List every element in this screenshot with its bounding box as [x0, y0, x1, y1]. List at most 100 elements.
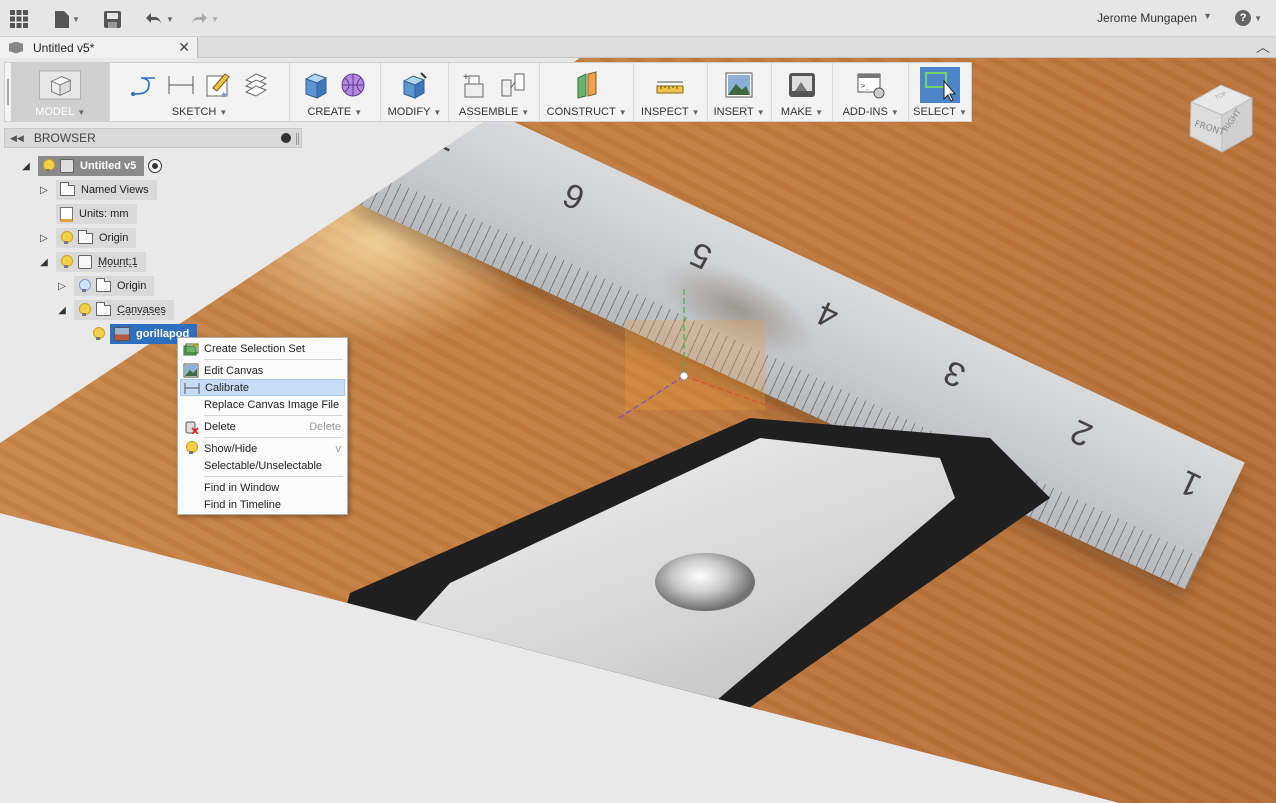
visibility-bulb-icon[interactable] — [92, 327, 105, 341]
menu-item-calibrate[interactable]: Calibrate — [180, 379, 345, 396]
browser-node-mount-origin[interactable]: ▷ Origin — [56, 276, 155, 296]
user-menu[interactable]: Jerome Mungapen ▼ — [1097, 11, 1212, 25]
workspace-switcher[interactable]: MODEL ▼ — [10, 63, 111, 121]
visibility-bulb-icon[interactable] — [42, 159, 55, 173]
toolbar-label-construct: CONSTRUCT — [546, 106, 616, 118]
canvas-image-icon — [114, 327, 130, 341]
design-icon — [9, 41, 23, 54]
svg-text:+: + — [463, 72, 469, 83]
node-label: Origin — [99, 232, 129, 244]
app-grid-button[interactable] — [10, 7, 28, 31]
view-cube[interactable]: TOP FRONT RIGHT — [1186, 80, 1256, 154]
expanded-triangle-icon[interactable]: ◢ — [20, 160, 32, 172]
browser-node-root[interactable]: ◢ Untitled v5 — [20, 156, 163, 176]
component-icon — [78, 255, 92, 269]
create-sketch-icon: + — [206, 73, 230, 100]
browser-node-mount[interactable]: ◢ Mount:1 — [38, 252, 146, 272]
toolbar-group-select[interactable]: SELECT ▼ — [909, 63, 971, 121]
toolbar-group-make[interactable]: MAKE ▼ — [772, 63, 834, 121]
help-button[interactable]: ? ▼ — [1235, 10, 1262, 26]
redo-button[interactable]: ▼ — [190, 7, 219, 31]
menu-item-create-selection-set[interactable]: ✦ Create Selection Set — [180, 340, 345, 357]
toolbar-label-make: MAKE — [780, 106, 813, 118]
z-axis — [615, 375, 685, 421]
insert-image-icon — [725, 72, 753, 98]
menu-item-selectable-unselectable[interactable]: Selectable/Unselectable — [180, 457, 345, 474]
toolbar-group-sketch[interactable]: + SKETCH ▼ — [110, 63, 290, 121]
browser-node-named-views[interactable]: ▷ Named Views — [38, 180, 157, 200]
menu-separator — [204, 437, 343, 438]
menu-item-label: Find in Window — [204, 481, 280, 494]
model-workspace-icon — [39, 70, 82, 100]
menu-item-label: Show/Hide — [204, 442, 258, 455]
activate-radio-icon[interactable] — [148, 159, 163, 173]
press-pull-icon — [403, 72, 428, 99]
chevron-down-icon: ▼ — [815, 107, 824, 117]
toolbar-label-model: MODEL — [35, 106, 75, 118]
menu-item-replace-canvas-image-file[interactable]: Replace Canvas Image File — [180, 396, 345, 413]
visibility-bulb-icon[interactable] — [78, 279, 91, 293]
line-icon — [131, 77, 156, 96]
expanded-triangle-icon[interactable]: ◢ — [38, 256, 50, 268]
node-label: Untitled v5 — [80, 160, 137, 172]
visibility-bulb-icon[interactable] — [60, 231, 73, 245]
menu-item-find-in-window[interactable]: Find in Window — [180, 479, 345, 496]
save-button[interactable] — [104, 7, 121, 31]
toolbar-label-modify: MODIFY — [387, 106, 431, 118]
user-name: Jerome Mungapen — [1097, 11, 1198, 25]
close-icon[interactable]: ✕ — [178, 39, 190, 56]
extrude-icon — [305, 73, 328, 99]
menu-item-show-hide[interactable]: Show/Hide v — [180, 440, 345, 457]
chevron-down-icon: ▼ — [618, 107, 627, 117]
toolbar-group-insert[interactable]: INSERT ▼ — [708, 63, 772, 121]
chevron-up-icon[interactable]: ︿ — [1256, 37, 1270, 57]
redo-icon — [192, 13, 207, 25]
minimize-icon[interactable] — [281, 133, 291, 143]
resize-grip[interactable] — [296, 133, 299, 145]
menu-item-find-in-timeline[interactable]: Find in Timeline — [180, 496, 345, 513]
collapsed-triangle-icon[interactable]: ▷ — [38, 184, 50, 196]
edit-canvas-icon — [183, 363, 199, 378]
origin-point[interactable] — [679, 371, 689, 381]
menu-item-label: Edit Canvas — [204, 364, 264, 377]
svg-text:✦: ✦ — [192, 341, 199, 350]
toolbar-group-modify[interactable]: MODIFY ▼ — [381, 63, 449, 121]
chevron-down-icon: ▼ — [211, 14, 219, 24]
calibrate-icon — [184, 383, 200, 394]
toolbar-group-addins[interactable]: >_ ADD-INS ▼ — [833, 63, 909, 121]
form-icon — [341, 73, 365, 97]
menu-item-edit-canvas[interactable]: Edit Canvas — [180, 362, 345, 379]
delete-icon — [185, 421, 199, 434]
folder-icon — [96, 277, 111, 292]
collapsed-triangle-icon[interactable]: ▷ — [38, 232, 50, 244]
toolbar-label-sketch: SKETCH — [171, 106, 217, 118]
browser-node-units[interactable]: Units: mm — [56, 204, 137, 224]
toolbar-group-construct[interactable]: CONSTRUCT ▼ — [540, 63, 634, 121]
collapse-browser-icon[interactable]: ◀◀ — [10, 133, 24, 144]
undo-button[interactable]: ▼ — [145, 7, 174, 31]
file-menu-button[interactable]: ▼ — [55, 7, 80, 31]
menu-item-label: Delete — [204, 420, 236, 433]
browser-node-canvases[interactable]: ◢ Canvases — [56, 300, 174, 320]
browser-node-origin[interactable]: ▷ Origin — [38, 228, 137, 248]
browser-header[interactable]: ◀◀ BROWSER — [4, 128, 302, 148]
menu-item-label: Create Selection Set — [204, 342, 305, 355]
toolbar-group-assemble[interactable]: + ASSEMBLE ▼ — [449, 63, 541, 121]
units-document-icon — [60, 206, 73, 222]
collapsed-triangle-icon[interactable]: ▷ — [56, 280, 68, 292]
tab-document[interactable]: Untitled v5* ✕ — [0, 37, 198, 58]
offset-plane-icon — [577, 71, 597, 99]
chevron-down-icon: ▼ — [354, 107, 363, 117]
toolbar-label-insert: INSERT — [713, 106, 754, 118]
folder-icon — [96, 301, 111, 316]
expanded-triangle-icon[interactable]: ◢ — [56, 304, 68, 316]
visibility-bulb-icon[interactable] — [78, 303, 91, 317]
svg-text:>_: >_ — [861, 82, 870, 90]
toolbar-label-select: SELECT — [913, 106, 956, 118]
menu-item-delete[interactable]: Delete Delete — [180, 418, 345, 435]
menu-separator — [204, 359, 343, 360]
toolbar-group-inspect[interactable]: INSPECT ▼ — [634, 63, 708, 121]
toolbar-group-create[interactable]: CREATE ▼ — [290, 63, 382, 121]
chevron-down-icon: ▼ — [691, 107, 700, 117]
visibility-bulb-icon[interactable] — [60, 255, 73, 269]
